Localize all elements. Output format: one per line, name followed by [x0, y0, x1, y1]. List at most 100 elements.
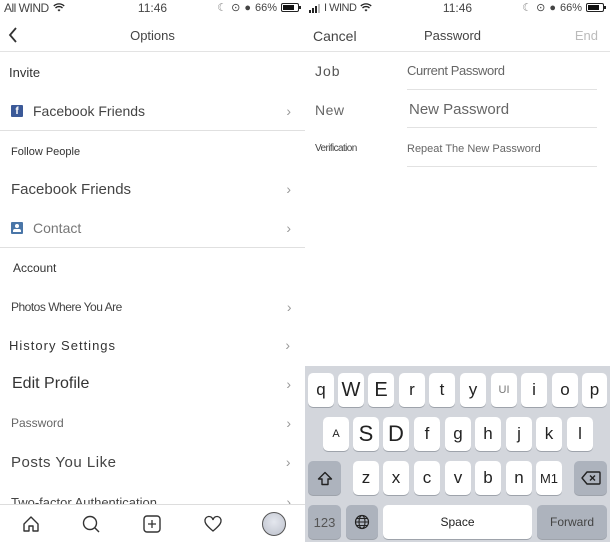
field-divider [407, 127, 597, 128]
return-key[interactable]: Forward [537, 505, 607, 539]
row-label: History Settings [9, 337, 117, 353]
field-divider [407, 89, 597, 90]
search-icon [82, 515, 100, 533]
key-v[interactable]: v [445, 461, 471, 495]
key-j[interactable]: j [506, 417, 532, 451]
backspace-icon [580, 471, 601, 485]
status-right: ☾ ⊙ ● 66% [522, 1, 606, 14]
password-screen: I WIND 11:46 ☾ ⊙ ● 66% Cancel Password E… [305, 0, 610, 542]
row-label: Photos Where You Are [11, 300, 122, 314]
key-c[interactable]: c [414, 461, 440, 495]
chevron-right-icon: › [285, 454, 291, 470]
battery-percent: 66% [254, 1, 277, 14]
chevron-right-icon: › [285, 337, 291, 353]
photos-where-you-are[interactable]: Photos Where You Are › [0, 288, 305, 326]
section-header-account: Account [13, 261, 57, 275]
new-password-label: New [315, 102, 345, 118]
lock-rotation-icon: ⊙ [536, 2, 546, 14]
follow-contact[interactable]: Contact › [0, 209, 305, 247]
status-bar: I WIND 11:46 ☾ ⊙ ● 66% [305, 0, 610, 18]
row-label: Facebook Friends [11, 180, 132, 198]
heart-icon [204, 515, 222, 532]
chevron-right-icon: › [286, 415, 291, 431]
battery-icon [586, 3, 606, 12]
shift-icon [317, 471, 332, 485]
space-key[interactable]: Space [383, 505, 532, 539]
search-tab[interactable] [78, 511, 104, 537]
key-x[interactable]: x [383, 461, 409, 495]
verification-label: Verification [315, 143, 357, 154]
home-icon [23, 516, 39, 532]
key-b[interactable]: b [475, 461, 501, 495]
key-z[interactable]: z [353, 461, 379, 495]
key-r[interactable]: r [399, 373, 425, 407]
add-post-tab[interactable] [139, 511, 165, 537]
current-password-label: Job [315, 63, 341, 79]
password[interactable]: Password › [0, 404, 305, 442]
invite-facebook-friends[interactable]: f Facebook Friends › [0, 92, 305, 130]
history-settings[interactable]: History Settings › [0, 326, 305, 364]
new-password-input[interactable]: New Password [409, 101, 509, 118]
options-screen: All WIND 11:46 ☾ ⊙ ● 66% Options Invite … [0, 0, 305, 542]
battery-icon [281, 3, 301, 12]
key-m[interactable]: M1 [536, 461, 562, 495]
verify-password-input[interactable]: Repeat The New Password [407, 143, 541, 155]
row-label: Edit Profile [12, 375, 90, 392]
keyboard: q W E r t y UI i o p A S D f g h j k l z… [305, 366, 610, 542]
key-n[interactable]: n [506, 461, 532, 495]
posts-you-like[interactable]: Posts You Like › [0, 443, 305, 481]
current-password-input[interactable]: Current Password [407, 63, 505, 78]
alarm-icon: ● [244, 1, 251, 14]
divider [0, 130, 305, 131]
field-divider [407, 166, 597, 167]
chevron-right-icon: › [286, 181, 291, 197]
activity-tab[interactable] [200, 511, 226, 537]
moon-icon: ☾ [217, 2, 228, 14]
globe-icon [354, 514, 370, 530]
follow-facebook-friends[interactable]: Facebook Friends › [0, 170, 305, 208]
key-u[interactable]: UI [491, 373, 517, 407]
key-o[interactable]: o [552, 373, 578, 407]
moon-icon: ☾ [522, 2, 533, 14]
globe-key[interactable] [346, 505, 378, 539]
profile-avatar [262, 512, 286, 536]
shift-key[interactable] [308, 461, 341, 495]
key-e[interactable]: E [368, 373, 394, 407]
key-q[interactable]: q [308, 373, 334, 407]
section-header-follow-people: Follow People [11, 146, 81, 158]
key-y[interactable]: y [460, 373, 486, 407]
key-g[interactable]: g [445, 417, 471, 451]
key-f[interactable]: f [414, 417, 440, 451]
key-k[interactable]: k [536, 417, 562, 451]
backspace-key[interactable] [574, 461, 607, 495]
contact-icon [11, 222, 23, 234]
page-title: Password [423, 28, 482, 43]
key-h[interactable]: h [475, 417, 501, 451]
add-post-icon [143, 515, 161, 533]
home-tab[interactable] [18, 511, 44, 537]
facebook-icon: f [11, 105, 23, 117]
key-a[interactable]: A [323, 417, 349, 451]
key-w[interactable]: W [338, 373, 364, 407]
tab-bar [0, 504, 305, 542]
status-bar: All WIND 11:46 ☾ ⊙ ● 66% [0, 0, 305, 18]
key-d[interactable]: D [383, 417, 409, 451]
chevron-right-icon: › [286, 103, 291, 119]
battery-percent: 66% [559, 1, 582, 14]
nav-bar: Cancel Password End [305, 18, 610, 52]
status-right: ☾ ⊙ ● 66% [217, 1, 301, 14]
profile-tab[interactable] [261, 511, 287, 537]
section-header-invite: Invite [9, 65, 41, 80]
key-l[interactable]: l [567, 417, 593, 451]
key-s[interactable]: S [353, 417, 379, 451]
end-button[interactable]: End [575, 28, 598, 43]
row-label: Facebook Friends [33, 103, 146, 119]
key-i[interactable]: i [521, 373, 547, 407]
key-p[interactable]: p [582, 373, 607, 407]
lock-rotation-icon: ⊙ [231, 2, 241, 14]
numbers-key[interactable]: 123 [308, 505, 341, 539]
edit-profile[interactable]: Edit Profile › [0, 365, 305, 403]
row-label: Posts You Like [11, 453, 117, 471]
battery-fill [588, 5, 599, 10]
key-t[interactable]: t [429, 373, 455, 407]
